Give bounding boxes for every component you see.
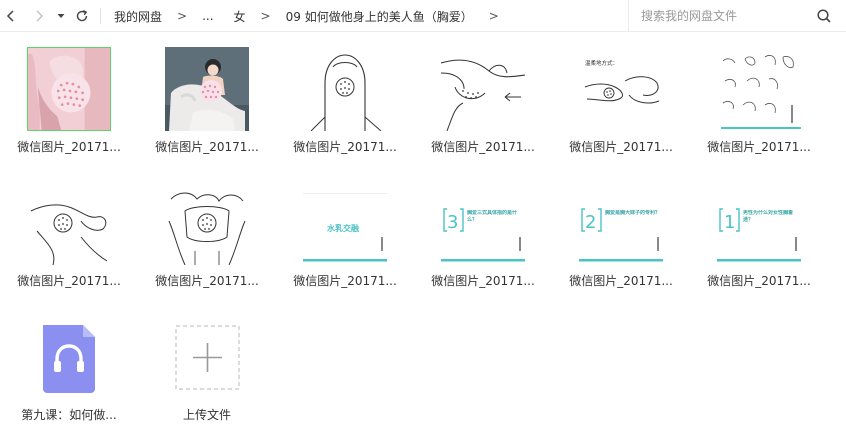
file-name[interactable]: 微信图片_20171... bbox=[690, 138, 828, 155]
file-thumbnail bbox=[27, 181, 111, 265]
card-number: 1 bbox=[724, 212, 735, 233]
file-item[interactable]: 2 胸爱是胸大妹子的专利？ 微信图片_20171... bbox=[552, 166, 682, 288]
file-thumbnail: 1 男性为什么对女性胸着迷？ bbox=[717, 181, 801, 265]
top-toolbar: 我的网盘 > ... 女 > 09 如何做他身上的美人鱼（胸爱） > bbox=[0, 0, 846, 32]
file-name[interactable]: 微信图片_20171... bbox=[0, 138, 138, 155]
chevron-right-icon bbox=[36, 10, 44, 22]
breadcrumb-separator: > bbox=[260, 9, 271, 23]
file-thumbnail bbox=[27, 47, 111, 131]
file-item[interactable]: 微信图片_20171... bbox=[414, 32, 544, 154]
thumbnail-caption: 男性为什么对女性胸着迷？ bbox=[743, 210, 794, 223]
refresh-button[interactable] bbox=[71, 5, 93, 27]
line-sketch-thumbnail bbox=[27, 181, 111, 265]
line-sketch-thumbnail: 温柔地方式： bbox=[579, 47, 663, 131]
thumbnail-caption: 胸爱是胸大妹子的专利？ bbox=[605, 210, 661, 216]
file-item[interactable]: 3 胸爱三式具体指的是什么？ 微信图片_20171... bbox=[414, 166, 544, 288]
file-item[interactable]: 1 男性为什么对女性胸着迷？ 微信图片_20171... bbox=[690, 166, 820, 288]
breadcrumb-separator: > bbox=[488, 9, 499, 23]
file-thumbnail bbox=[165, 181, 249, 265]
file-name[interactable]: 微信图片_20171... bbox=[138, 138, 276, 155]
file-name[interactable]: 微信图片_20171... bbox=[414, 272, 552, 289]
breadcrumb-item-folder[interactable]: 女 bbox=[220, 8, 252, 25]
file-name[interactable]: 微信图片_20171... bbox=[0, 272, 138, 289]
pink-photo-thumbnail bbox=[28, 48, 110, 130]
upload-file-button[interactable]: 上传文件 bbox=[138, 300, 268, 422]
history-dropdown-button[interactable] bbox=[51, 5, 71, 27]
line-sketch-thumbnail bbox=[165, 181, 249, 265]
card-number: 3 bbox=[447, 212, 458, 233]
thumbnail-caption: 温柔地方式： bbox=[585, 59, 618, 67]
woman-illustration-thumbnail bbox=[165, 47, 249, 131]
line-sketch-thumbnail bbox=[441, 47, 525, 131]
file-thumbnail bbox=[165, 47, 249, 131]
file-item[interactable]: 水乳交融 微信图片_20171... bbox=[276, 166, 406, 288]
file-item[interactable]: 微信图片_20171... bbox=[690, 32, 820, 154]
file-item[interactable]: 第九课：如何做... bbox=[0, 300, 130, 422]
file-name[interactable]: 第九课：如何做... bbox=[0, 406, 138, 423]
toolbar-divider bbox=[100, 8, 101, 24]
file-name[interactable]: 微信图片_20171... bbox=[552, 138, 690, 155]
file-item[interactable]: 微信图片_20171... bbox=[0, 166, 130, 288]
file-item[interactable]: 温柔地方式： 微信图片_20171... bbox=[552, 32, 682, 154]
upload-tile[interactable] bbox=[165, 315, 249, 399]
file-thumbnail: 2 胸爱是胸大妹子的专利？ bbox=[579, 181, 663, 265]
search-input[interactable] bbox=[641, 7, 811, 25]
numbered-card-thumbnail: 2 胸爱是胸大妹子的专利？ bbox=[579, 181, 663, 265]
small-sketches-thumbnail bbox=[717, 47, 801, 131]
numbered-card-thumbnail: 1 男性为什么对女性胸着迷？ bbox=[717, 181, 801, 265]
file-item[interactable]: 微信图片_20171... bbox=[138, 166, 268, 288]
audio-file-thumbnail bbox=[43, 325, 95, 393]
file-thumbnail: 3 胸爱三式具体指的是什么？ bbox=[441, 181, 525, 265]
file-name[interactable]: 微信图片_20171... bbox=[276, 272, 414, 289]
search-box bbox=[628, 0, 846, 32]
file-name[interactable]: 微信图片_20171... bbox=[138, 272, 276, 289]
file-name[interactable]: 微信图片_20171... bbox=[276, 138, 414, 155]
file-thumbnail bbox=[441, 47, 525, 131]
file-name[interactable]: 微信图片_20171... bbox=[690, 272, 828, 289]
card-number: 2 bbox=[585, 212, 596, 233]
file-item[interactable]: 微信图片_20171... bbox=[138, 32, 268, 154]
search-icon[interactable] bbox=[816, 8, 832, 24]
file-item[interactable]: 微信图片_20171... bbox=[0, 32, 130, 154]
caret-down-icon bbox=[57, 14, 65, 18]
file-name[interactable]: 微信图片_20171... bbox=[552, 272, 690, 289]
numbered-card-thumbnail: 3 胸爱三式具体指的是什么？ bbox=[441, 181, 525, 265]
file-item[interactable]: 微信图片_20171... bbox=[276, 32, 406, 154]
file-thumbnail: 水乳交融 bbox=[303, 181, 387, 265]
file-name[interactable]: 微信图片_20171... bbox=[414, 138, 552, 155]
file-thumbnail: 温柔地方式： bbox=[579, 47, 663, 131]
breadcrumb-separator: > bbox=[177, 9, 188, 23]
back-button[interactable] bbox=[0, 5, 22, 27]
breadcrumb-item-ellipsis[interactable]: ... bbox=[196, 9, 219, 23]
refresh-icon bbox=[76, 9, 88, 22]
upload-label[interactable]: 上传文件 bbox=[138, 406, 276, 423]
breadcrumb-item-root[interactable]: 我的网盘 bbox=[108, 8, 168, 25]
breadcrumb-item-current[interactable]: 09 如何做他身上的美人鱼（胸爱） bbox=[280, 8, 479, 25]
plus-icon bbox=[193, 343, 222, 372]
thumbnail-caption: 胸爱三式具体指的是什么？ bbox=[467, 210, 518, 223]
chevron-left-icon bbox=[6, 10, 14, 22]
upload-placeholder bbox=[175, 325, 240, 390]
file-thumbnail bbox=[303, 47, 387, 131]
file-thumbnail bbox=[717, 47, 801, 131]
title-card-thumbnail: 水乳交融 bbox=[303, 181, 387, 265]
file-thumbnail bbox=[27, 315, 111, 399]
forward-button[interactable] bbox=[28, 5, 50, 27]
breadcrumb: 我的网盘 > ... 女 > 09 如何做他身上的美人鱼（胸爱） > bbox=[108, 0, 499, 32]
thumbnail-caption: 水乳交融 bbox=[326, 223, 359, 233]
line-sketch-thumbnail bbox=[303, 47, 387, 131]
